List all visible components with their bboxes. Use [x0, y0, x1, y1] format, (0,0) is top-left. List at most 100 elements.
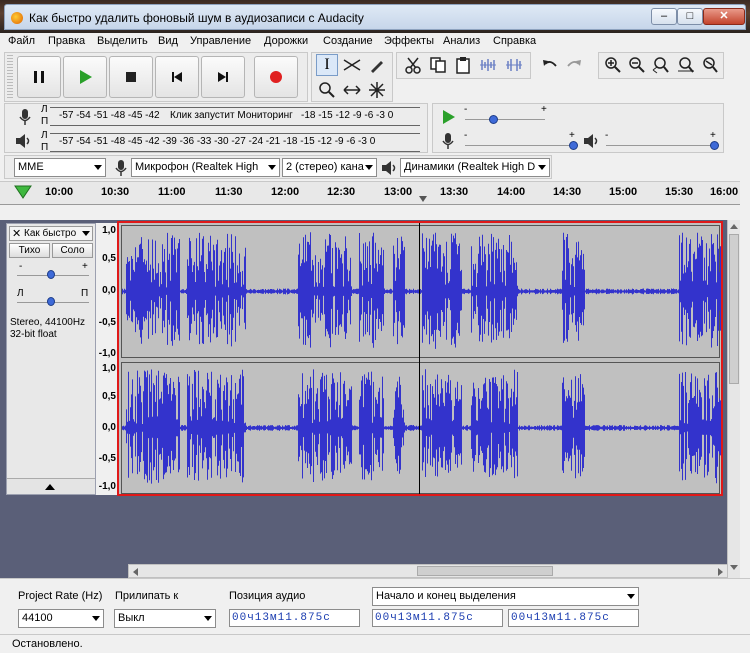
menu-help[interactable]: Справка — [493, 35, 536, 47]
pin-playhead-icon[interactable] — [14, 185, 32, 202]
recording-device-select[interactable]: Микрофон (Realtek High — [131, 158, 280, 177]
envelope-tool-icon[interactable] — [341, 54, 363, 76]
copy-icon[interactable] — [427, 54, 449, 76]
menu-transport[interactable]: Управление — [190, 35, 251, 47]
track-close-icon[interactable]: ✕ — [12, 227, 21, 240]
pan-slider-thumb[interactable] — [47, 297, 55, 306]
play-at-speed-icon[interactable] — [437, 106, 459, 128]
redo-icon[interactable] — [563, 54, 585, 76]
play-meter-left[interactable] — [50, 133, 420, 134]
skip-to-end-button[interactable] — [201, 56, 245, 98]
selection-tool-icon[interactable]: I — [316, 54, 338, 76]
output-volume-slider-thumb[interactable] — [710, 141, 719, 150]
zoom-toggle-icon[interactable] — [699, 54, 721, 76]
audio-position-field[interactable]: 00ч13м11.875с — [229, 609, 360, 627]
maximize-button[interactable]: □ — [677, 8, 703, 25]
record-monitor-prompt[interactable]: Клик запустит Мониторинг — [170, 110, 293, 121]
toolbar-grip[interactable] — [7, 55, 13, 99]
play-meter-right[interactable] — [50, 151, 420, 152]
zoom-tool-icon[interactable] — [316, 79, 338, 101]
right-channel-waveform[interactable] — [121, 362, 721, 494]
playback-device-select[interactable]: Динамики (Realtek High D — [400, 158, 550, 177]
vertical-scrollbar[interactable] — [727, 220, 740, 578]
mute-button[interactable]: Тихо — [9, 243, 50, 258]
scroll-down-icon[interactable] — [730, 565, 738, 570]
record-meter-left[interactable] — [50, 107, 420, 108]
scroll-left-icon[interactable] — [133, 568, 138, 576]
audio-host-select[interactable]: MME — [14, 158, 106, 177]
input-vol-plus: + — [569, 130, 575, 141]
selection-mode-select[interactable]: Начало и конец выделения — [372, 587, 639, 606]
play-button[interactable] — [63, 56, 107, 98]
record-button[interactable] — [254, 56, 298, 98]
zoom-in-icon[interactable] — [602, 54, 624, 76]
time-shift-tool-icon[interactable] — [341, 79, 363, 101]
fit-project-icon[interactable] — [675, 54, 697, 76]
left-channel-waveform[interactable] — [121, 225, 721, 358]
timeline-tick: 11:00 — [158, 186, 186, 198]
stop-button[interactable] — [109, 56, 153, 98]
speaker-icon[interactable] — [12, 130, 34, 152]
menu-generate[interactable]: Создание — [323, 35, 373, 47]
pause-button[interactable] — [17, 56, 61, 98]
recording-channels-select[interactable]: 2 (стерео) кана — [282, 158, 377, 177]
menu-edit[interactable]: Правка — [48, 35, 85, 47]
timeline-tick: 11:30 — [215, 186, 243, 198]
timeline-tick: 13:30 — [440, 186, 469, 198]
draw-tool-icon[interactable] — [366, 54, 388, 76]
scroll-up-icon[interactable] — [730, 224, 738, 229]
menu-analyze[interactable]: Анализ — [443, 35, 480, 47]
output-volume-icon[interactable] — [580, 130, 602, 152]
play-meter-scale: -57 -54 -51 -48 -45 -42 -39 -36 -33 -30 … — [59, 136, 376, 147]
snap-to-select[interactable]: Выкл — [114, 609, 216, 628]
project-rate-select[interactable]: 44100 — [18, 609, 104, 628]
cut-icon[interactable] — [402, 54, 424, 76]
menu-file[interactable]: Файл — [8, 35, 35, 47]
speed-slider-thumb[interactable] — [489, 115, 498, 124]
skip-to-start-button[interactable] — [155, 56, 199, 98]
scroll-right-icon[interactable] — [718, 568, 723, 576]
waveform-selection[interactable] — [117, 221, 723, 496]
input-volume-slider-track[interactable] — [465, 145, 575, 146]
undo-icon[interactable] — [539, 54, 561, 76]
output-vol-minus: - — [605, 130, 609, 141]
trim-audio-icon[interactable] — [477, 54, 499, 76]
collapse-track-button[interactable] — [7, 478, 95, 494]
input-volume-slider-thumb[interactable] — [569, 141, 578, 150]
playback-device-value: Динамики (Realtek High D — [404, 161, 536, 173]
track-menu-arrow-icon[interactable] — [82, 231, 90, 236]
horizontal-scrollbar[interactable] — [128, 564, 728, 578]
close-button[interactable]: ✕ — [703, 8, 745, 25]
track-name-bar[interactable]: ✕ Как быстро — [9, 226, 93, 241]
track-name[interactable]: Как быстро — [24, 228, 76, 239]
menu-bar: Файл Правка Выделить Вид Управление Доро… — [0, 33, 750, 51]
vertical-scroll-thumb[interactable] — [729, 234, 739, 384]
minimize-button[interactable]: – — [651, 8, 677, 25]
recording-device-icon — [110, 157, 132, 179]
record-right-label: П — [41, 116, 49, 127]
fit-selection-icon[interactable] — [650, 54, 672, 76]
input-volume-icon[interactable] — [437, 130, 459, 152]
silence-audio-icon[interactable] — [503, 54, 525, 76]
paste-icon[interactable] — [452, 54, 474, 76]
selection-end-field[interactable]: 00ч13м11.875с — [508, 609, 639, 627]
track-control-panel: ✕ Как быстро Тихо Соло - + Л П Stereo, 4… — [6, 223, 96, 495]
selection-start-field[interactable]: 00ч13м11.875с — [372, 609, 503, 627]
menu-effects[interactable]: Эффекты — [384, 35, 434, 47]
menu-view[interactable]: Вид — [158, 35, 178, 47]
amplitude-scale: 1,0 0,5 0,0 -0,5 -1,0 1,0 0,5 0,0 -0,5 -… — [96, 223, 118, 495]
menu-tracks[interactable]: Дорожки — [264, 35, 308, 47]
solo-button[interactable]: Соло — [52, 243, 93, 258]
speed-minus: - — [464, 104, 468, 115]
speed-slider-track[interactable] — [465, 119, 545, 120]
gain-slider-thumb[interactable] — [47, 270, 55, 279]
microphone-icon[interactable] — [14, 106, 36, 128]
menu-select[interactable]: Выделить — [97, 35, 148, 47]
horizontal-scroll-thumb[interactable] — [417, 566, 553, 576]
record-meter-right[interactable] — [50, 125, 420, 126]
zoom-out-icon[interactable] — [626, 54, 648, 76]
output-volume-slider-track[interactable] — [606, 145, 716, 146]
multi-tool-icon[interactable] — [366, 79, 388, 101]
record-meter-scale: -57 -54 -51 -48 -45 -42 — [59, 110, 160, 121]
play-icon — [80, 70, 92, 84]
